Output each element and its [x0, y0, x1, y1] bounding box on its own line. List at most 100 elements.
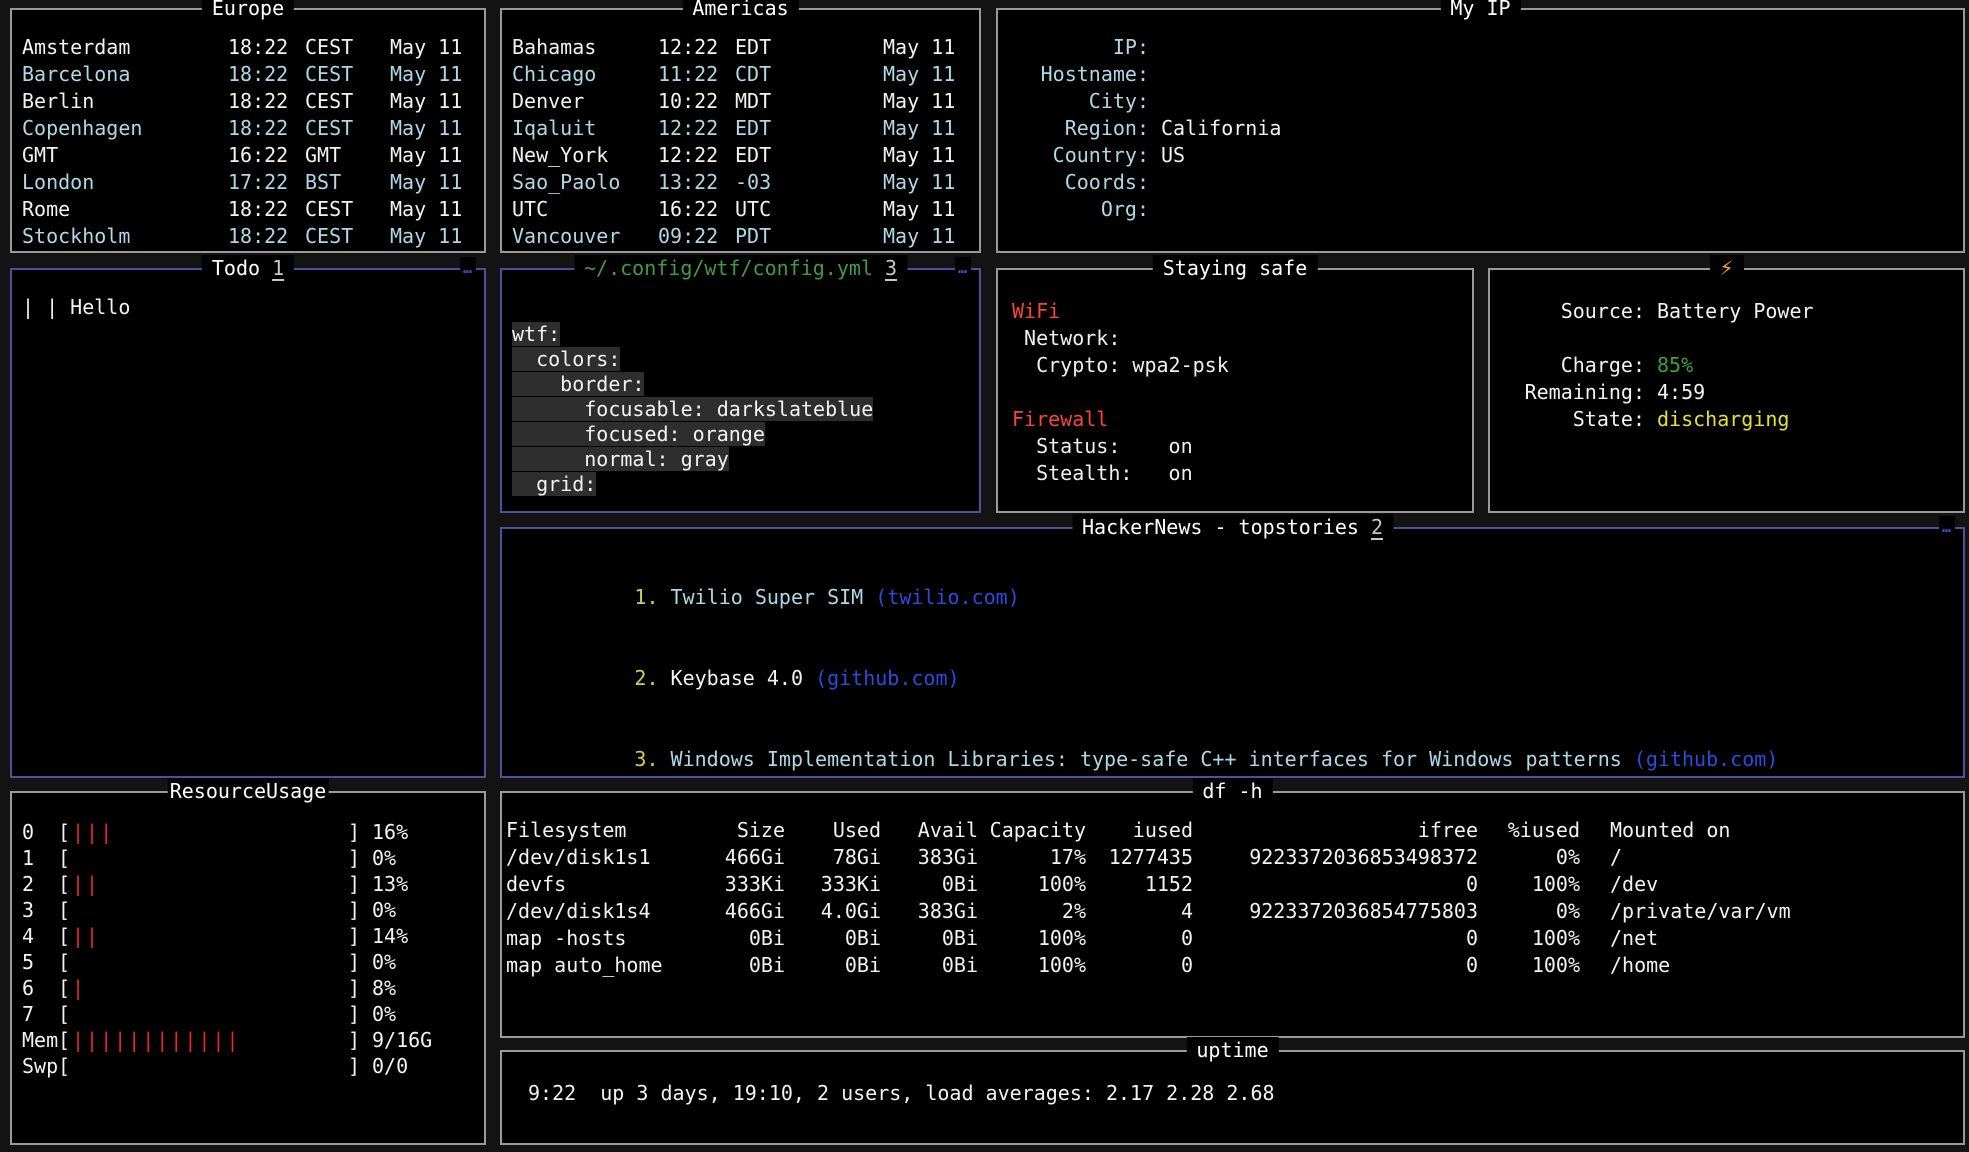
- panel-title-resource-usage: ResourceUsage: [168, 778, 329, 804]
- meter-open-bracket: [: [58, 819, 72, 845]
- city-name: Denver: [512, 88, 658, 115]
- city-timezone: CEST: [305, 61, 390, 88]
- meter-label: 7: [22, 1001, 58, 1027]
- city-name: Chicago: [512, 61, 658, 88]
- df-capacity: Capacity: [978, 817, 1086, 844]
- security-info-line: Status: on: [998, 433, 1472, 460]
- city-date: May 11: [390, 34, 484, 61]
- df-ifree: ifree: [1193, 817, 1478, 844]
- city-name: UTC: [512, 196, 658, 223]
- clock-row: New_York 12:22 EDT May 11: [502, 142, 979, 169]
- todo-item[interactable]: | | Hello: [12, 294, 484, 321]
- ip-field-value: [1161, 169, 1963, 196]
- city-time: 12:22: [658, 115, 735, 142]
- config-code-line: focused: orange: [502, 422, 979, 447]
- config-code-line: grid:: [502, 472, 979, 497]
- panel-title-my-ip: My IP: [1440, 0, 1520, 21]
- ip-field-label: Org:: [998, 196, 1149, 223]
- df-used: 4.0Gi: [785, 898, 881, 925]
- config-code-lines: wtf: colors: border: focusable: darkslat…: [502, 270, 979, 497]
- df-size: 0Bi: [676, 925, 785, 952]
- meter-value: 8%: [362, 975, 484, 1001]
- panel-clocks-europe: Europe Amsterdam 18:22 CEST May 11 Barce…: [10, 8, 486, 253]
- meter-bars: ||: [72, 871, 348, 897]
- df-filesystem: map -hosts: [506, 925, 676, 952]
- story-domain-link[interactable]: (twilio.com): [875, 585, 1020, 609]
- city-date: May 11: [883, 115, 979, 142]
- more-indicator: …: [1939, 516, 1955, 538]
- city-timezone: EDT: [735, 34, 883, 61]
- resource-meter-row: Mem [ |||||||||||| ] 9/16G: [12, 1027, 484, 1053]
- meter-open-bracket: [: [58, 871, 72, 897]
- city-time: 18:22: [228, 223, 305, 250]
- df-ifree: 9223372036854775803: [1193, 898, 1478, 925]
- disk-usage-table: Filesystem Size Used Avail Capacity iuse…: [502, 793, 1963, 979]
- df-size: 333Ki: [676, 871, 785, 898]
- battery-bolt-icon: ⚡: [1709, 255, 1743, 281]
- df-percent-iused: 0%: [1478, 844, 1580, 871]
- security-info-line: Stealth: on: [998, 460, 1472, 487]
- df-filesystem: Filesystem: [506, 817, 676, 844]
- panel-clocks-americas: Americas Bahamas 12:22 EDT May 11 Chicag…: [500, 8, 981, 253]
- disk-usage-row: devfs 333Ki 333Ki 0Bi 100% 1152 0 100% /…: [502, 871, 1963, 898]
- city-time: 18:22: [228, 34, 305, 61]
- story-title: Keybase 4.0: [659, 666, 816, 690]
- story-domain-link[interactable]: (github.com): [1634, 747, 1779, 771]
- df-percent-iused: 100%: [1478, 925, 1580, 952]
- df-capacity: 100%: [978, 952, 1086, 979]
- city-name: Sao_Paolo: [512, 169, 658, 196]
- city-timezone: CEST: [305, 88, 390, 115]
- meter-label: 5: [22, 949, 58, 975]
- df-ifree: 0: [1193, 871, 1478, 898]
- ip-field-label: Region:: [998, 115, 1149, 142]
- df-capacity: 100%: [978, 871, 1086, 898]
- panel-title-hackernews: HackerNews - topstories2: [1072, 514, 1393, 540]
- clock-row: GMT 16:22 GMT May 11: [12, 142, 484, 169]
- meter-open-bracket: [: [58, 897, 72, 923]
- meter-label: Mem: [22, 1027, 58, 1053]
- meter-value: 0%: [362, 845, 484, 871]
- city-timezone: CDT: [735, 61, 883, 88]
- panel-todo[interactable]: Todo1 … | | Hello: [10, 268, 486, 778]
- clock-row: Berlin 18:22 CEST May 11: [12, 88, 484, 115]
- hackernews-story[interactable]: 2. Keybase 4.0 (github.com): [502, 638, 1963, 719]
- city-timezone: CEST: [305, 196, 390, 223]
- meter-value: 0%: [362, 949, 484, 975]
- story-domain-link[interactable]: (github.com): [815, 666, 960, 690]
- ip-info-row: Org:: [998, 196, 1963, 223]
- resource-meter-row: 3 [ ] 0%: [12, 897, 484, 923]
- df-used: 0Bi: [785, 952, 881, 979]
- clock-row: London 17:22 BST May 11: [12, 169, 484, 196]
- meter-close-bracket: ]: [348, 923, 362, 949]
- panel-config-file[interactable]: ~/.config/wtf/config.yml3 … wtf: colors:…: [500, 268, 981, 513]
- meter-label: 3: [22, 897, 58, 923]
- city-name: Berlin: [22, 88, 228, 115]
- city-timezone: CEST: [305, 115, 390, 142]
- meter-label: 2: [22, 871, 58, 897]
- city-time: 16:22: [658, 196, 735, 223]
- city-date: May 11: [883, 88, 979, 115]
- df-used: 333Ki: [785, 871, 881, 898]
- meter-label: 6: [22, 975, 58, 1001]
- city-date: May 11: [390, 88, 484, 115]
- city-name: Stockholm: [22, 223, 228, 250]
- df-percent-iused: %iused: [1478, 817, 1580, 844]
- panel-title-df: df -h: [1192, 778, 1272, 804]
- df-percent-iused: 0%: [1478, 898, 1580, 925]
- city-date: May 11: [883, 169, 979, 196]
- ip-info-list: IP: Hostname: City: Region: California: [998, 10, 1963, 223]
- panel-disk-usage: df -h Filesystem Size Used Avail Capacit…: [500, 791, 1965, 1038]
- meter-open-bracket: [: [58, 975, 72, 1001]
- security-info-line: WiFi: [998, 298, 1472, 325]
- meter-value: 16%: [362, 819, 484, 845]
- hackernews-story[interactable]: 1. Twilio Super SIM (twilio.com): [502, 557, 1963, 638]
- df-mounted-on: /dev: [1580, 871, 1963, 898]
- city-date: May 11: [883, 196, 979, 223]
- story-rank: 1.: [634, 585, 658, 609]
- panel-title-todo: Todo1: [202, 255, 294, 281]
- ip-field-value: US: [1161, 142, 1963, 169]
- ip-field-value: [1161, 88, 1963, 115]
- security-info-line: Crypto: wpa2-psk: [998, 352, 1472, 379]
- resource-meter-row: 2 [ || ] 13%: [12, 871, 484, 897]
- panel-hackernews[interactable]: HackerNews - topstories2 … 1. Twilio Sup…: [500, 527, 1965, 778]
